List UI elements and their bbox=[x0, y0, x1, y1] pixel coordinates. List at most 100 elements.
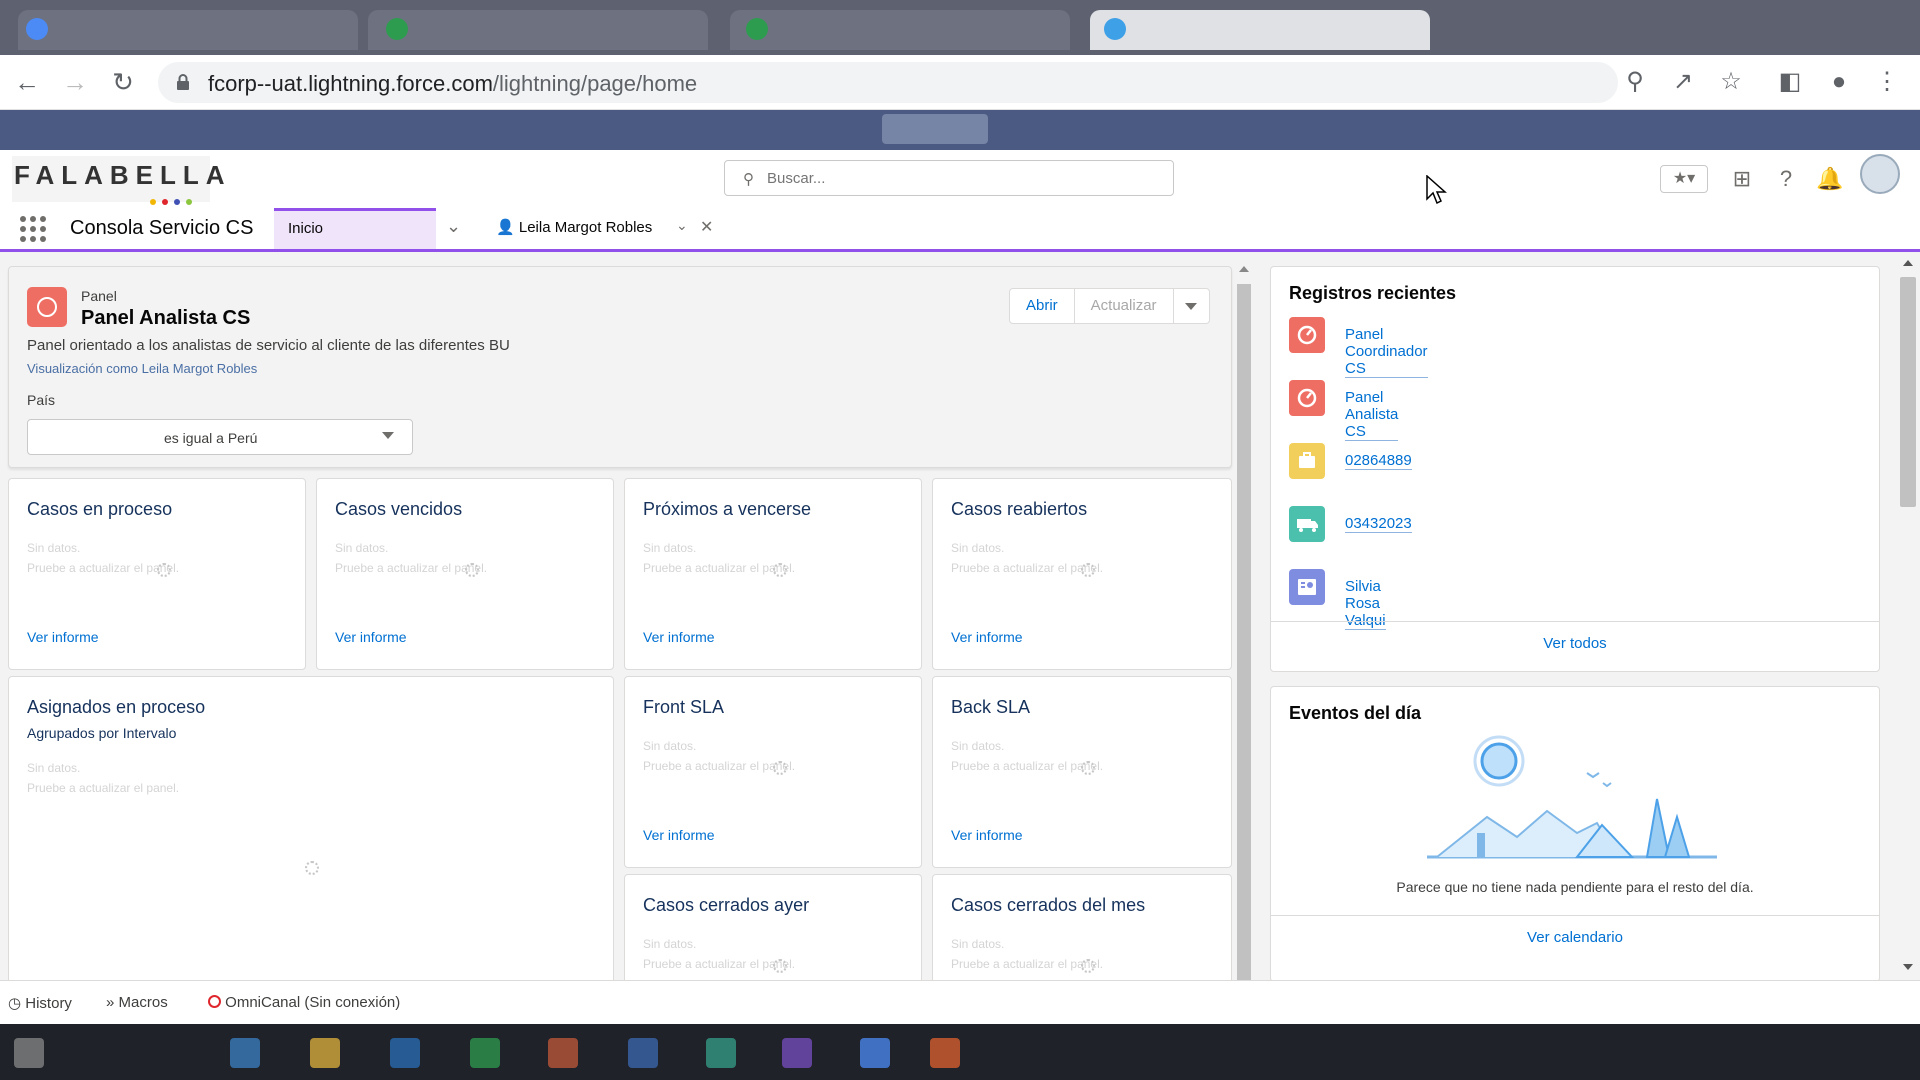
view-report-link[interactable]: Ver informe bbox=[643, 827, 715, 843]
todays-events-card: Eventos del día Parece que no tiene nada… bbox=[1270, 686, 1880, 982]
global-search[interactable]: ⚲ bbox=[724, 160, 1174, 196]
utility-macros[interactable]: » Macros bbox=[106, 994, 168, 1011]
bookmark-star-icon[interactable]: ☆ bbox=[1716, 67, 1746, 97]
zoom-icon[interactable]: ⚲ bbox=[1620, 67, 1650, 97]
taskbar-app-icon[interactable] bbox=[628, 1038, 658, 1068]
scroll-up-icon[interactable] bbox=[1239, 266, 1249, 272]
browser-menu-icon[interactable]: ⋮ bbox=[1872, 67, 1902, 97]
workspace-tab-contact[interactable]: 👤 Leila Margot Robles bbox=[496, 218, 652, 236]
case-icon bbox=[1289, 443, 1325, 479]
dashboard-description: Panel orientado a los analistas de servi… bbox=[27, 337, 510, 354]
user-avatar[interactable] bbox=[1860, 154, 1900, 194]
taskbar-app-icon[interactable] bbox=[230, 1038, 260, 1068]
taskbar-app-icon[interactable] bbox=[930, 1038, 960, 1068]
browser-tab[interactable] bbox=[18, 10, 358, 50]
app-name: Consola Servicio CS bbox=[70, 217, 254, 239]
browser-tab-active[interactable] bbox=[1090, 10, 1430, 50]
company-logo[interactable]: FALABELLA bbox=[12, 156, 225, 205]
browser-toolbar: ← → ↻ fcorp--uat.lightning.force.com/lig… bbox=[0, 55, 1920, 110]
scrollbar-thumb[interactable] bbox=[1237, 284, 1251, 980]
view-report-link[interactable]: Ver informe bbox=[643, 629, 715, 645]
browser-tab[interactable] bbox=[368, 10, 708, 50]
scroll-up-icon[interactable] bbox=[1903, 260, 1913, 266]
widget-casos-en-proceso: Casos en proceso Sin datos. Pruebe a act… bbox=[8, 478, 306, 670]
dashboard-icon bbox=[27, 287, 67, 327]
view-report-link[interactable]: Ver informe bbox=[951, 827, 1023, 843]
widget-asignados-en-proceso: Asignados en proceso Agrupados por Inter… bbox=[8, 676, 614, 996]
page-scrollbar[interactable] bbox=[1896, 252, 1920, 980]
taskbar-app-icon[interactable] bbox=[310, 1038, 340, 1068]
global-actions-plus-icon[interactable]: ⊞ bbox=[1726, 164, 1758, 194]
taskbar-app-icon[interactable] bbox=[782, 1038, 812, 1068]
record-type-label: Panel bbox=[81, 288, 117, 304]
filter-label: País bbox=[27, 392, 56, 408]
dashboard-icon bbox=[1289, 317, 1325, 353]
loading-spinner-icon bbox=[157, 563, 171, 577]
view-all-link[interactable]: Ver todos bbox=[1271, 621, 1879, 669]
utility-bar: ◷ History » Macros OmniCanal (Sin conexi… bbox=[0, 980, 1920, 1024]
back-icon[interactable]: ← bbox=[12, 69, 42, 95]
nav-menu-chevron-icon[interactable]: ⌄ bbox=[446, 216, 461, 237]
taskbar-app-icon[interactable] bbox=[548, 1038, 578, 1068]
loading-spinner-icon bbox=[305, 861, 319, 875]
loading-spinner-icon bbox=[1081, 563, 1095, 577]
main-content: Panel Panel Analista CS Panel orientado … bbox=[0, 252, 1920, 996]
scrollbar-thumb[interactable] bbox=[1900, 277, 1916, 507]
loading-spinner-icon bbox=[1081, 761, 1095, 775]
more-actions-button[interactable] bbox=[1173, 288, 1210, 324]
browser-tab[interactable] bbox=[730, 10, 1070, 50]
forward-icon[interactable]: → bbox=[60, 69, 90, 95]
viewing-as-link[interactable]: Visualización como Leila Margot Robles bbox=[27, 361, 257, 376]
dashboard-button-group: Abrir Actualizar bbox=[1009, 288, 1210, 324]
profile-icon[interactable]: ● bbox=[1824, 67, 1854, 97]
notifications-bell-icon[interactable]: 🔔 bbox=[1814, 164, 1846, 194]
taskbar-app-icon[interactable] bbox=[390, 1038, 420, 1068]
widget-proximos-a-vencerse: Próximos a vencerse Sin datos. Pruebe a … bbox=[624, 478, 922, 670]
events-title: Eventos del día bbox=[1289, 703, 1422, 723]
lock-icon bbox=[177, 74, 189, 90]
taskbar-app-icon[interactable] bbox=[706, 1038, 736, 1068]
address-bar[interactable]: fcorp--uat.lightning.force.com/lightning… bbox=[158, 62, 1618, 103]
app-launcher-icon[interactable] bbox=[20, 216, 46, 242]
taskbar-app-icon[interactable] bbox=[860, 1038, 890, 1068]
person-icon: 👤 bbox=[496, 219, 515, 236]
loading-spinner-icon bbox=[773, 563, 787, 577]
widget-casos-reabiertos: Casos reabiertos Sin datos. Pruebe a act… bbox=[932, 478, 1232, 670]
close-tab-icon[interactable]: ✕ bbox=[700, 217, 713, 237]
widget-front-sla: Front SLA Sin datos. Pruebe a actualizar… bbox=[624, 676, 922, 868]
share-icon[interactable]: ↗ bbox=[1668, 67, 1698, 97]
view-report-link[interactable]: Ver informe bbox=[951, 629, 1023, 645]
dropdown-arrow-icon bbox=[382, 432, 394, 439]
start-icon[interactable] bbox=[14, 1038, 44, 1068]
widget-casos-vencidos: Casos vencidos Sin datos. Pruebe a actua… bbox=[316, 478, 614, 670]
browser-tab-strip bbox=[0, 0, 1920, 55]
view-report-link[interactable]: Ver informe bbox=[335, 629, 407, 645]
widget-casos-cerrados-ayer: Casos cerrados ayer Sin datos. Pruebe a … bbox=[624, 874, 922, 994]
dashboard-scrollbar[interactable] bbox=[1234, 266, 1254, 980]
refresh-button[interactable]: Actualizar bbox=[1074, 288, 1174, 324]
side-panel-icon[interactable]: ◧ bbox=[1775, 67, 1805, 97]
loading-spinner-icon bbox=[465, 563, 479, 577]
search-input[interactable] bbox=[767, 167, 1157, 189]
taskbar-app-icon[interactable] bbox=[470, 1038, 500, 1068]
empty-state-illustration-icon bbox=[1427, 735, 1717, 859]
scroll-down-icon[interactable] bbox=[1903, 964, 1913, 970]
loading-spinner-icon bbox=[1081, 959, 1095, 973]
view-calendar-link[interactable]: Ver calendario bbox=[1271, 915, 1879, 963]
help-icon[interactable]: ? bbox=[1770, 164, 1802, 194]
open-button[interactable]: Abrir bbox=[1009, 288, 1075, 324]
reload-icon[interactable]: ↻ bbox=[108, 69, 138, 95]
workspace-tab-chevron-icon[interactable]: ⌄ bbox=[676, 217, 688, 234]
banner-label-blurred bbox=[882, 114, 988, 144]
favorites-star-icon[interactable]: ★▾ bbox=[1660, 165, 1708, 193]
utility-history[interactable]: ◷ History bbox=[8, 994, 72, 1012]
utility-omnichannel[interactable]: OmniCanal (Sin conexión) bbox=[208, 994, 400, 1011]
tab-favicon-icon bbox=[386, 18, 408, 40]
environment-banner bbox=[0, 110, 1920, 150]
view-report-link[interactable]: Ver informe bbox=[27, 629, 99, 645]
os-taskbar bbox=[0, 1024, 1920, 1080]
tab-inicio[interactable]: Inicio bbox=[274, 208, 436, 249]
country-filter-select[interactable]: es igual a Perú bbox=[27, 419, 413, 455]
widget-back-sla: Back SLA Sin datos. Pruebe a actualizar … bbox=[932, 676, 1232, 868]
macros-icon: » bbox=[106, 994, 115, 1011]
